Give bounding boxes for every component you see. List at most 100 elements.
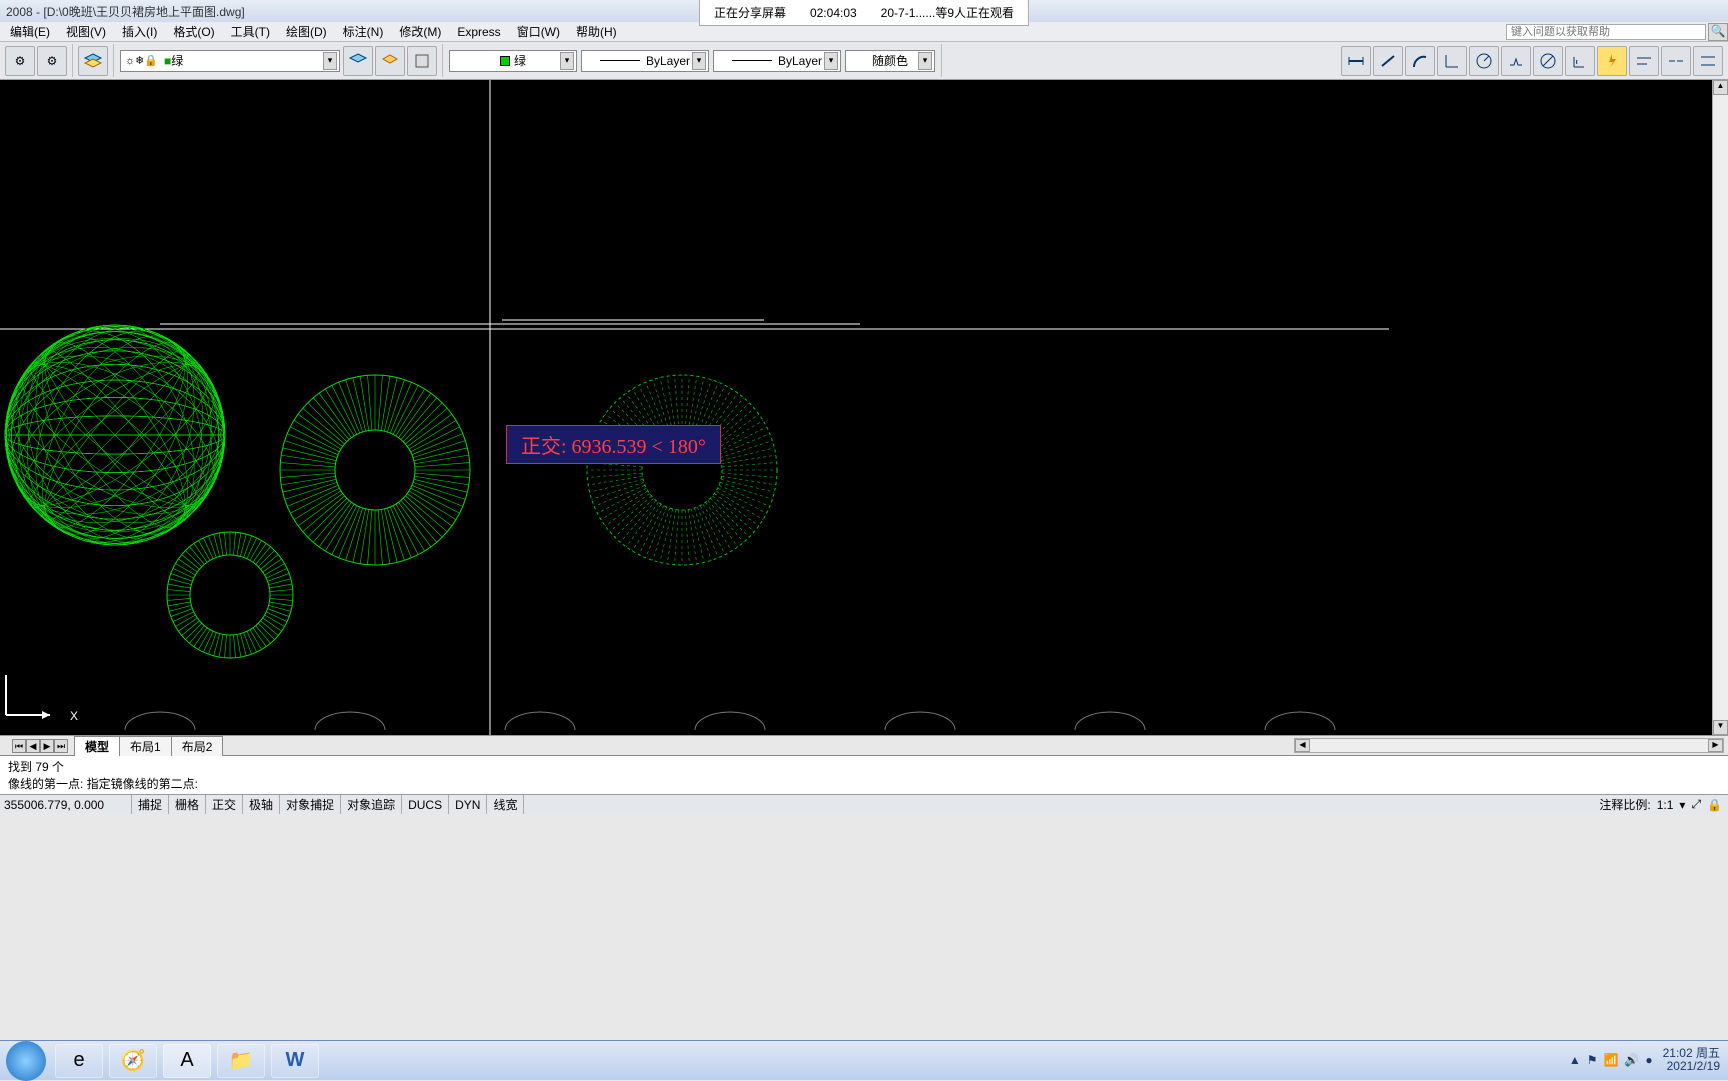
dim-diameter-icon[interactable] (1533, 46, 1563, 76)
layer-prev-icon[interactable] (343, 46, 373, 76)
menu-tools[interactable]: 工具(T) (223, 21, 278, 42)
menu-insert[interactable]: 插入(I) (114, 21, 165, 42)
layer-manager-icon[interactable] (78, 46, 108, 76)
toggle-snap[interactable]: 捕捉 (132, 795, 169, 814)
menu-view[interactable]: 视图(V) (58, 21, 114, 42)
scroll-track[interactable] (1713, 95, 1728, 720)
linetype-dropdown[interactable]: ByLayer ▾ (581, 50, 709, 72)
tab-model[interactable]: 模型 (74, 736, 120, 756)
search-icon[interactable]: 🔍 (1708, 23, 1728, 41)
scroll-left-icon[interactable]: ◀ (1295, 739, 1310, 752)
command-window[interactable]: 找到 79 个 像线的第一点: 指定镜像线的第二点: (0, 755, 1728, 794)
scroll-right-icon[interactable]: ▶ (1708, 739, 1723, 752)
color-dropdown[interactable]: 绿 ▾ (449, 50, 577, 72)
horizontal-scrollbar[interactable]: ◀ ▶ (1294, 738, 1724, 753)
dim-radius-icon[interactable] (1469, 46, 1499, 76)
status-toggles: 捕捉 栅格 正交 极轴 对象捕捉 对象追踪 DUCS DYN 线宽 (132, 795, 524, 814)
task-autocad-icon[interactable]: A (163, 1044, 211, 1078)
menu-help[interactable]: 帮助(H) (568, 21, 625, 42)
dim-ordinate-icon[interactable] (1437, 46, 1467, 76)
group-layerbtns (73, 44, 114, 77)
menu-dim[interactable]: 标注(N) (335, 21, 392, 42)
chevron-down-icon[interactable]: ▾ (692, 52, 706, 70)
system-tray: ▲ ⚑ 📶 🔊 ● 21:02 周五 2021/2/19 (1561, 1040, 1728, 1080)
tool-gear1-icon[interactable]: ⚙ (5, 46, 35, 76)
linetype-current: ByLayer (646, 54, 690, 68)
tab-next-icon[interactable]: ▶ (40, 739, 54, 753)
status-right: 注释比例: 1:1 ▾ ⤢ 🔒 (1599, 796, 1728, 813)
tray-vol-icon[interactable]: 🔊 (1624, 1053, 1639, 1067)
tray-flag-icon[interactable]: ⚑ (1587, 1053, 1598, 1067)
lineweight-dropdown[interactable]: ByLayer ▾ (713, 50, 841, 72)
annoscale-label: 注释比例: (1599, 796, 1650, 813)
dim-baseline-icon[interactable] (1629, 46, 1659, 76)
menu-draw[interactable]: 绘图(D) (278, 21, 335, 42)
dim-aligned-icon[interactable] (1373, 46, 1403, 76)
scroll-down-icon[interactable]: ▼ (1713, 720, 1728, 735)
dim-continue-icon[interactable] (1661, 46, 1691, 76)
menu-express[interactable]: Express (449, 23, 508, 41)
menu-format[interactable]: 格式(O) (165, 21, 222, 42)
chevron-down-icon[interactable]: ▾ (824, 52, 838, 70)
layer-states-icon[interactable] (375, 46, 405, 76)
task-word-icon[interactable]: W (271, 1044, 319, 1078)
drawing-area[interactable]: X 正交: 6936.539 < 180° ▲ ▼ (0, 80, 1728, 735)
task-app1-icon[interactable]: 🧭 (109, 1044, 157, 1078)
menu-edit[interactable]: 编辑(E) (2, 21, 58, 42)
status-icon-2[interactable]: 🔒 (1707, 798, 1722, 812)
tab-layout2[interactable]: 布局2 (171, 736, 224, 756)
dim-quick-icon[interactable] (1597, 46, 1627, 76)
task-explorer-icon[interactable]: 📁 (217, 1044, 265, 1078)
clock-date: 2021/2/19 (1663, 1060, 1720, 1073)
status-bar: 355006.779, 0.000 捕捉 栅格 正交 极轴 对象捕捉 对象追踪 … (0, 794, 1728, 814)
tab-last-icon[interactable]: ⏭ (54, 739, 68, 753)
toggle-osnap[interactable]: 对象捕捉 (280, 795, 341, 814)
menu-window[interactable]: 窗口(W) (509, 21, 568, 42)
toggle-ducs[interactable]: DUCS (402, 795, 449, 814)
linetype-sample-icon (600, 60, 640, 61)
scroll-up-icon[interactable]: ▲ (1713, 80, 1728, 95)
group-props: 绿 ▾ ByLayer ▾ ByLayer ▾ 随颜色 ▾ (443, 44, 942, 77)
tab-first-icon[interactable]: ⏮ (12, 739, 26, 753)
toggle-otrack[interactable]: 对象追踪 (341, 795, 402, 814)
toolbar: ⚙ ⚙ ☼❄🔒 ■ 绿 ▾ 绿 ▾ ByLayer (0, 42, 1728, 80)
tray-net-icon[interactable]: 📶 (1603, 1053, 1618, 1067)
task-ie-icon[interactable]: e (55, 1044, 103, 1078)
chevron-down-icon[interactable]: ▾ (918, 52, 932, 70)
tool-gear2-icon[interactable]: ⚙ (37, 46, 67, 76)
dim-arc-icon[interactable] (1405, 46, 1435, 76)
annoscale-dropdown-icon[interactable]: ▾ (1679, 798, 1685, 812)
dim-linear-icon[interactable] (1341, 46, 1371, 76)
chevron-down-icon[interactable]: ▾ (323, 52, 337, 70)
menu-modify[interactable]: 修改(M) (391, 21, 449, 42)
command-history-line: 找到 79 个 (8, 758, 1720, 775)
toggle-polar[interactable]: 极轴 (243, 795, 280, 814)
tab-layout1[interactable]: 布局1 (119, 736, 172, 756)
toggle-grid[interactable]: 栅格 (169, 795, 206, 814)
tray-up-icon[interactable]: ▲ (1569, 1053, 1581, 1067)
layer-iso-icon[interactable] (407, 46, 437, 76)
layer-dropdown[interactable]: ☼❄🔒 ■ 绿 ▾ (120, 50, 340, 72)
chevron-down-icon[interactable]: ▾ (560, 52, 574, 70)
tab-prev-icon[interactable]: ◀ (26, 739, 40, 753)
help-search: 🔍 (1506, 23, 1728, 41)
dim-jog-icon[interactable] (1501, 46, 1531, 76)
plotstyle-current: 随颜色 (872, 52, 908, 69)
dim-space-icon[interactable] (1693, 46, 1723, 76)
start-button[interactable] (6, 1041, 46, 1081)
command-prompt: 像线的第一点: 指定镜像线的第二点: (8, 775, 1720, 792)
help-input[interactable] (1506, 24, 1706, 40)
lineweight-current: ByLayer (778, 54, 822, 68)
vertical-scrollbar[interactable]: ▲ ▼ (1712, 80, 1728, 735)
dim-angular-icon[interactable] (1565, 46, 1595, 76)
tray-clock[interactable]: 21:02 周五 2021/2/19 (1663, 1047, 1720, 1073)
toggle-ortho[interactable]: 正交 (206, 795, 243, 814)
plotstyle-dropdown[interactable]: 随颜色 ▾ (845, 50, 935, 72)
share-time: 02:04:03 (810, 6, 857, 20)
tray-app-icon[interactable]: ● (1645, 1053, 1652, 1067)
annoscale-value[interactable]: 1:1 (1657, 798, 1674, 812)
status-icon-1[interactable]: ⤢ (1691, 797, 1701, 812)
layer-state-icons: ☼❄🔒 (125, 54, 158, 67)
toggle-dyn[interactable]: DYN (449, 795, 487, 814)
toggle-lwt[interactable]: 线宽 (487, 795, 524, 814)
